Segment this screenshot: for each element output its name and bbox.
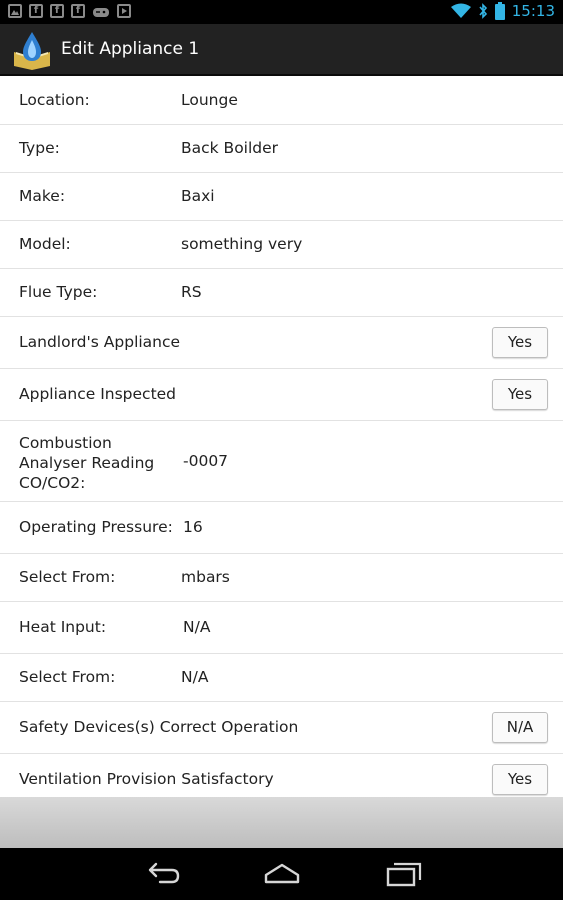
pressure-unit-select[interactable]: mbars <box>181 568 230 586</box>
bluetooth-icon <box>479 3 487 19</box>
operating-pressure-label: Operating Pressure: <box>19 518 173 536</box>
pressure-unit-label: Select From: <box>19 568 116 586</box>
location-row[interactable]: Location: Lounge <box>0 77 563 125</box>
app-logo-icon[interactable] <box>12 30 52 70</box>
type-value[interactable]: Back Boilder <box>181 139 278 157</box>
combustion-reading-row[interactable]: Combustion Analyser Reading CO/CO2: -000… <box>0 421 563 502</box>
gamepad-icon <box>92 4 110 23</box>
status-bar: f f f 15:13 <box>0 0 563 24</box>
image-notification-icon <box>8 4 22 18</box>
bottom-action-strip <box>0 797 563 848</box>
facebook-icon: f <box>71 4 85 18</box>
appliance-inspected-row: Appliance Inspected Yes <box>0 369 563 421</box>
make-label: Make: <box>19 187 66 205</box>
model-label: Model: <box>19 235 71 253</box>
heat-input-label: Heat Input: <box>19 618 107 636</box>
model-row[interactable]: Model: something very <box>0 221 563 269</box>
pressure-unit-row[interactable]: Select From: mbars <box>0 554 563 602</box>
notification-icons: f f f <box>8 4 131 23</box>
heat-input-value[interactable]: N/A <box>183 618 210 636</box>
heat-input-row[interactable]: Heat Input: N/A <box>0 602 563 654</box>
flue-type-label: Flue Type: <box>19 283 98 301</box>
appliance-inspected-label: Appliance Inspected <box>19 385 177 403</box>
make-row[interactable]: Make: Baxi <box>0 173 563 221</box>
ventilation-toggle[interactable]: Yes <box>492 764 548 795</box>
safety-devices-label: Safety Devices(s) Correct Operation <box>19 718 299 736</box>
youtube-icon <box>117 4 131 18</box>
location-value[interactable]: Lounge <box>181 91 238 109</box>
home-icon[interactable] <box>262 860 302 888</box>
combustion-reading-label: Combustion Analyser Reading CO/CO2: <box>19 434 155 492</box>
recent-apps-icon[interactable] <box>384 860 424 888</box>
operating-pressure-row[interactable]: Operating Pressure: 16 <box>0 502 563 554</box>
navigation-bar <box>0 848 563 900</box>
battery-icon <box>494 2 505 20</box>
heat-input-unit-select[interactable]: N/A <box>181 668 208 686</box>
wifi-icon <box>450 3 471 18</box>
appliance-form[interactable]: Location: Lounge Type: Back Boilder Make… <box>0 77 563 797</box>
operating-pressure-value[interactable]: 16 <box>183 518 203 536</box>
safety-devices-toggle[interactable]: N/A <box>492 712 548 743</box>
appliance-inspected-toggle[interactable]: Yes <box>492 379 548 410</box>
clock: 15:13 <box>511 2 555 20</box>
back-icon[interactable] <box>142 860 182 888</box>
action-bar: Edit Appliance 1 <box>0 24 563 76</box>
ventilation-row: Ventilation Provision Satisfactory Yes <box>0 754 563 797</box>
facebook-icon: f <box>50 4 64 18</box>
landlords-appliance-label: Landlord's Appliance <box>19 333 181 351</box>
flue-type-row[interactable]: Flue Type: RS <box>0 269 563 317</box>
type-label: Type: <box>19 139 60 157</box>
make-value[interactable]: Baxi <box>181 187 215 205</box>
ventilation-label: Ventilation Provision Satisfactory <box>19 770 274 788</box>
flue-type-value[interactable]: RS <box>181 283 202 301</box>
facebook-icon: f <box>29 4 43 18</box>
system-status: 15:13 <box>450 2 555 20</box>
page-title: Edit Appliance 1 <box>61 39 200 59</box>
location-label: Location: <box>19 91 90 109</box>
model-value[interactable]: something very <box>181 235 302 253</box>
heat-input-unit-label: Select From: <box>19 668 116 686</box>
landlords-appliance-row: Landlord's Appliance Yes <box>0 317 563 369</box>
landlords-appliance-toggle[interactable]: Yes <box>492 327 548 358</box>
type-row[interactable]: Type: Back Boilder <box>0 125 563 173</box>
combustion-reading-value[interactable]: -0007 <box>183 452 228 470</box>
safety-devices-row: Safety Devices(s) Correct Operation N/A <box>0 702 563 754</box>
heat-input-unit-row[interactable]: Select From: N/A <box>0 654 563 702</box>
